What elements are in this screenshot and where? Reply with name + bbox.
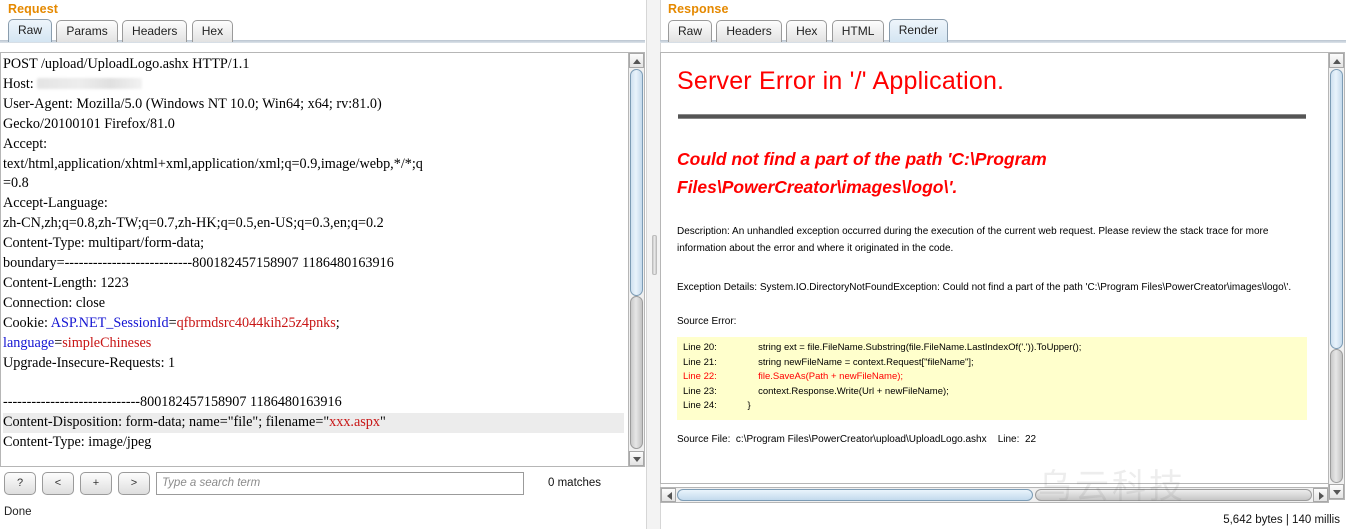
code-line-error: Line 22: file.SaveAs(Path + newFileName)… xyxy=(683,370,1301,385)
response-scroll-right-arrow[interactable] xyxy=(1313,488,1328,502)
raw-line-boundary-body: -----------------------------80018245715… xyxy=(3,394,342,410)
source-error-label: Source Error: xyxy=(677,316,1307,327)
raw-line-upgrade-insecure: Upgrade-Insecure-Requests: 1 xyxy=(3,355,175,371)
response-status-bar: 5,642 bytes | 140 millis xyxy=(1223,514,1340,526)
response-scroll-down-arrow[interactable] xyxy=(1329,484,1344,499)
request-scroll-up-arrow[interactable] xyxy=(629,53,644,68)
response-panel-title: Response xyxy=(660,0,1346,19)
response-tab-strip: Raw Headers Hex HTML Render xyxy=(660,19,1346,43)
response-hscroll-thumb[interactable] xyxy=(677,489,1033,501)
request-status-text: Done xyxy=(4,506,32,518)
raw-line-user-agent: User-Agent: Mozilla/5.0 (Windows NT 10.0… xyxy=(3,96,382,112)
aspnet-error-page: Server Error in '/' Application. Could n… xyxy=(661,53,1329,445)
raw-line-accept-language-label: Accept-Language: xyxy=(3,195,108,211)
raw-line-part-content-type: Content-Type: image/jpeg xyxy=(3,434,151,450)
response-vertical-scrollbar[interactable] xyxy=(1328,52,1345,500)
search-add-button[interactable]: + xyxy=(80,472,112,495)
tab-response-html[interactable]: HTML xyxy=(832,20,885,42)
raw-line-connection: Connection: close xyxy=(3,295,105,311)
raw-line-accept-value: text/html,application/xhtml+xml,applicat… xyxy=(3,156,423,172)
code-line: Line 23: context.Response.Write(Url + ne… xyxy=(683,385,1301,400)
error-description: Description: An unhandled exception occu… xyxy=(677,223,1307,257)
search-prev-button[interactable]: < xyxy=(42,472,74,495)
tab-request-raw[interactable]: Raw xyxy=(8,19,52,42)
tab-response-hex[interactable]: Hex xyxy=(786,20,827,42)
search-next-button[interactable]: > xyxy=(118,472,150,495)
code-line-number: Line 20: xyxy=(683,341,737,356)
source-code-block: Line 20: string ext = file.FileName.Subs… xyxy=(677,337,1307,420)
burp-repeater-window: Request Raw Params Headers Hex POST /upl… xyxy=(0,0,1346,529)
raw-line-user-agent-cont: Gecko/20100101 Firefox/81.0 xyxy=(3,116,175,132)
request-search-bar: ? < + > Type a search term 0 matches xyxy=(4,472,640,498)
error-heading-divider xyxy=(678,114,1306,119)
code-line-text: file.SaveAs(Path + newFileName); xyxy=(737,371,903,382)
raw-line-boundary: boundary=---------------------------8001… xyxy=(3,255,394,271)
tab-request-headers[interactable]: Headers xyxy=(122,20,187,42)
search-help-button[interactable]: ? xyxy=(4,472,36,495)
source-file-line: Source File: c:\Program Files\PowerCreat… xyxy=(677,434,1307,445)
tab-response-raw[interactable]: Raw xyxy=(668,20,712,42)
code-line-text: } xyxy=(737,400,751,411)
request-panel: Request Raw Params Headers Hex POST /upl… xyxy=(0,0,645,529)
content-disposition-prefix: Content-Disposition: form-data; name="fi… xyxy=(3,414,329,430)
response-scroll-left-arrow[interactable] xyxy=(661,488,676,502)
response-scroll-up-arrow[interactable] xyxy=(1329,53,1344,68)
error-page-heading: Server Error in '/' Application. xyxy=(677,67,1307,96)
raw-line-request-line: POST /upload/UploadLogo.ashx HTTP/1.1 xyxy=(3,56,249,72)
upload-filename: xxx.aspx xyxy=(329,414,380,430)
response-scroll-track-lower[interactable] xyxy=(1330,349,1343,483)
raw-line-accept-label: Accept: xyxy=(3,136,47,152)
raw-line-host-label: Host: xyxy=(3,76,34,92)
code-line-number: Line 24: xyxy=(683,399,737,414)
response-render-view: Server Error in '/' Application. Could n… xyxy=(660,52,1329,484)
raw-line-content-type: Content-Type: multipart/form-data; xyxy=(3,235,204,251)
request-scroll-down-arrow[interactable] xyxy=(629,451,644,466)
request-raw-text[interactable]: POST /upload/UploadLogo.ashx HTTP/1.1 Ho… xyxy=(1,53,628,453)
raw-line-content-length: Content-Length: 1223 xyxy=(3,275,129,291)
code-line-number: Line 23: xyxy=(683,385,737,400)
cookie-value-language: simpleChineses xyxy=(62,335,151,351)
request-scroll-thumb[interactable] xyxy=(630,69,643,296)
exception-details: Exception Details: System.IO.DirectoryNo… xyxy=(677,279,1307,296)
cookie-name-sessionid: ASP.NET_SessionId xyxy=(51,315,169,331)
raw-line-content-disposition: Content-Disposition: form-data; name="fi… xyxy=(3,413,624,433)
code-line-number: Line 22: xyxy=(683,370,737,385)
request-scroll-track-lower[interactable] xyxy=(630,296,643,449)
code-line-text: string ext = file.FileName.Substring(fil… xyxy=(737,342,1081,353)
raw-line-accept-value-cont: =0.8 xyxy=(3,175,29,191)
code-line-text: string newFileName = context.Request["fi… xyxy=(737,357,974,368)
tab-request-params[interactable]: Params xyxy=(56,20,117,42)
raw-line-cookie-label: Cookie: xyxy=(3,315,51,331)
response-scroll-thumb[interactable] xyxy=(1330,69,1343,349)
code-line-number: Line 21: xyxy=(683,356,737,371)
host-value-redacted xyxy=(37,78,142,89)
search-input[interactable]: Type a search term xyxy=(156,472,524,495)
raw-line-accept-language-value: zh-CN,zh;q=0.8,zh-TW;q=0.7,zh-HK;q=0.5,e… xyxy=(3,215,384,231)
request-vertical-scrollbar[interactable] xyxy=(628,52,645,467)
error-message: Could not find a part of the path 'C:\Pr… xyxy=(677,145,1107,201)
code-line: Line 24: } xyxy=(683,399,1301,414)
response-horizontal-scrollbar[interactable] xyxy=(660,487,1329,503)
code-line-text: context.Response.Write(Url + newFileName… xyxy=(737,386,949,397)
search-match-count: 0 matches xyxy=(548,472,601,495)
request-raw-editor[interactable]: POST /upload/UploadLogo.ashx HTTP/1.1 Ho… xyxy=(0,52,628,467)
tab-response-render[interactable]: Render xyxy=(889,19,948,42)
code-line: Line 21: string newFileName = context.Re… xyxy=(683,356,1301,371)
request-panel-title: Request xyxy=(0,0,645,19)
cookie-name-language: language xyxy=(3,335,54,351)
panel-splitter[interactable] xyxy=(646,0,661,529)
request-tab-strip: Raw Params Headers Hex xyxy=(0,19,645,43)
cookie-value-sessionid: qfbrmdsrc4044kih25z4pnks xyxy=(177,315,336,331)
tab-request-hex[interactable]: Hex xyxy=(192,20,233,42)
code-line: Line 20: string ext = file.FileName.Subs… xyxy=(683,341,1301,356)
content-disposition-suffix: " xyxy=(380,414,386,430)
response-hscroll-track-right[interactable] xyxy=(1035,489,1312,501)
splitter-grip[interactable] xyxy=(652,235,657,275)
tab-response-headers[interactable]: Headers xyxy=(716,20,781,42)
